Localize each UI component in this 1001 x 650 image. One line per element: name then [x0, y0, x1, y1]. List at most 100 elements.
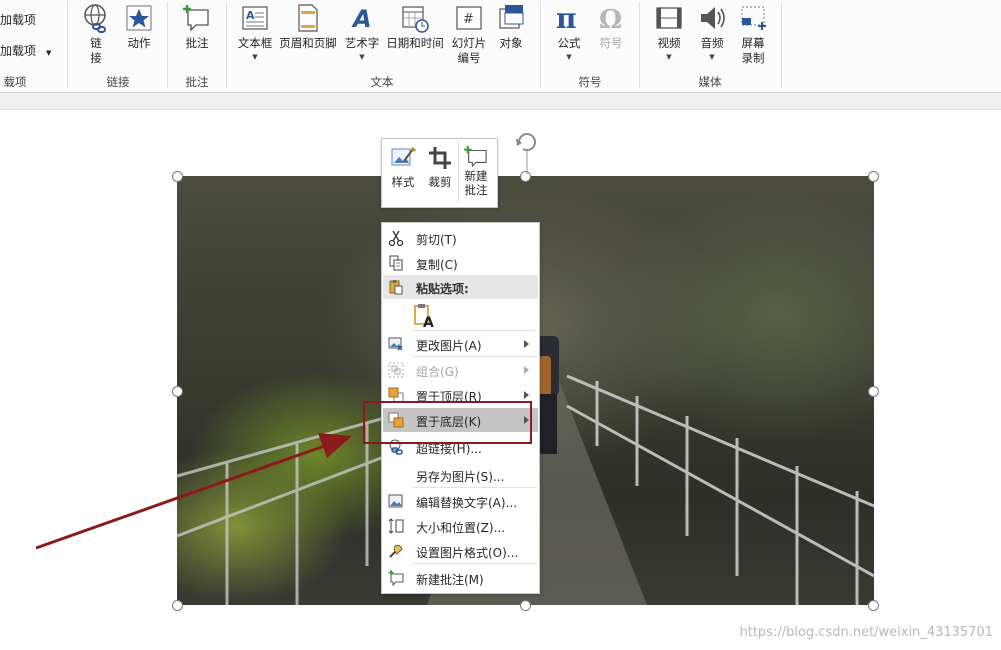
screen-recording-button[interactable]: 屏幕 录制	[737, 2, 769, 66]
rotate-handle-icon[interactable]	[513, 130, 541, 174]
menu-item-copy[interactable]: 复制(C)	[383, 251, 538, 275]
crop-icon	[429, 147, 451, 169]
crop-button-label: 裁剪	[428, 175, 452, 189]
object-icon	[499, 5, 524, 29]
resize-handle-left[interactable]	[172, 386, 183, 397]
menu-item-save-as-picture[interactable]: 另存为图片(S)...	[383, 463, 538, 487]
wordart-button[interactable]: A 艺术字 ▼	[343, 2, 381, 61]
menu-item-group[interactable]: 组合(G)	[383, 358, 538, 382]
date-time-button-label: 日期和时间	[386, 36, 444, 50]
wordart-button-label: 艺术字	[344, 36, 380, 50]
omega-icon: Ω	[599, 5, 622, 34]
menu-item-cut-label: 剪切(T)	[416, 233, 457, 247]
screen-recording-button-label-2: 录制	[741, 51, 765, 65]
equation-button[interactable]: π 公式 ▼	[553, 2, 585, 61]
svg-text:A: A	[246, 9, 255, 22]
symbol-button[interactable]: Ω 符号	[595, 2, 627, 51]
dropdown-caret-icon: ▼	[709, 53, 715, 61]
pi-icon: π	[556, 2, 577, 34]
comment-button-label: 批注	[185, 36, 209, 50]
menu-paste-options-header: 粘贴选项:	[383, 275, 538, 299]
submenu-arrow-icon	[524, 340, 529, 348]
menu-separator	[412, 563, 537, 564]
paste-icon	[389, 280, 403, 295]
audio-button-label: 音频	[700, 36, 724, 50]
resize-handle-top-left[interactable]	[172, 171, 183, 182]
textbox-button-label: 文本框	[237, 36, 273, 50]
watermark-text: https://blog.csdn.net/weixin_43135701	[739, 625, 993, 640]
date-time-button[interactable]: 日期和时间	[384, 2, 446, 51]
wordart-icon: A	[351, 5, 372, 33]
new-comment-mini-button[interactable]: 新建 批注	[464, 145, 488, 197]
ribbon-bottom-strip	[0, 93, 1001, 110]
header-footer-button-label: 页眉和页脚	[279, 36, 337, 50]
copy-icon	[389, 255, 403, 271]
speaker-icon	[701, 7, 725, 29]
resize-handle-bottom-right[interactable]	[868, 600, 879, 611]
menu-separator	[412, 487, 537, 488]
calendar-clock-icon	[402, 6, 429, 33]
menu-item-change-picture[interactable]: 更改图片(A)	[383, 332, 538, 356]
menu-item-cut[interactable]: 剪切(T)	[383, 226, 538, 250]
menu-item-format-picture-label: 设置图片格式(O)...	[416, 546, 519, 560]
action-button-label: 动作	[127, 36, 151, 50]
object-button-label: 对象	[499, 36, 523, 50]
menu-item-save-as-picture-label: 另存为图片(S)...	[416, 470, 505, 484]
slide-number-button-label: 幻灯片	[451, 36, 487, 50]
object-button[interactable]: 对象	[494, 2, 528, 51]
svg-text:#: #	[463, 12, 474, 27]
video-button[interactable]: 视频 ▼	[653, 2, 685, 61]
group-separator	[67, 2, 68, 88]
submenu-arrow-icon	[524, 391, 529, 399]
svg-text:A: A	[351, 5, 372, 33]
picture-style-icon	[391, 146, 416, 166]
paste-keep-text-only-button[interactable]: A	[412, 302, 438, 331]
scissors-icon	[388, 230, 404, 246]
comment-button[interactable]: 批注	[180, 2, 214, 51]
menu-item-size-position-label: 大小和位置(Z)...	[416, 521, 506, 535]
link-button-label-2: 接	[90, 51, 102, 65]
screen-recording-button-label: 屏幕	[741, 36, 765, 50]
group-label-addins: 载项	[3, 75, 27, 89]
menu-separator	[412, 330, 537, 331]
crop-button[interactable]: 裁剪	[427, 145, 453, 189]
textbox-button[interactable]: A 文本框 ▼	[236, 2, 274, 61]
comment-icon	[464, 145, 487, 167]
dropdown-caret-icon: ▼	[359, 53, 365, 61]
menu-item-size-position[interactable]: 大小和位置(Z)...	[383, 514, 538, 538]
size-position-icon	[388, 518, 404, 534]
group-separator	[167, 2, 168, 88]
video-icon	[656, 7, 682, 29]
comment-icon	[183, 5, 209, 32]
paste-glyph: A	[423, 315, 434, 328]
header-footer-icon	[298, 4, 318, 32]
add-in-item-1[interactable]: 加载项	[0, 11, 36, 28]
style-button[interactable]: 样式	[390, 145, 416, 189]
resize-handle-top-right[interactable]	[868, 171, 879, 182]
new-comment-icon	[388, 570, 404, 586]
group-label-media: 媒体	[698, 75, 722, 89]
menu-item-format-picture[interactable]: 设置图片格式(O)...	[383, 539, 538, 563]
svg-text:Ω: Ω	[599, 5, 622, 34]
menu-separator	[412, 356, 537, 357]
change-picture-icon	[388, 337, 403, 351]
mini-toolbar-separator	[458, 141, 459, 203]
paste-options-label: 粘贴选项:	[416, 282, 469, 296]
header-footer-button[interactable]: 页眉和页脚	[277, 2, 339, 51]
audio-button[interactable]: 音频 ▼	[696, 2, 728, 61]
group-label-links: 链接	[106, 75, 130, 89]
resize-handle-bottom[interactable]	[520, 600, 531, 611]
action-button[interactable]: 动作	[122, 2, 156, 51]
group-label-symbols: 符号	[578, 75, 602, 89]
dropdown-caret-icon: ▼	[566, 53, 572, 61]
slide-number-button[interactable]: # 幻灯片 编号	[449, 2, 489, 66]
highlight-callout-box	[363, 401, 532, 444]
group-separator	[540, 2, 541, 88]
menu-item-new-comment[interactable]: 新建批注(M)	[383, 566, 538, 590]
link-button[interactable]: 链 接	[80, 2, 112, 66]
format-picture-icon	[389, 544, 403, 558]
resize-handle-right[interactable]	[868, 386, 879, 397]
add-in-item-2[interactable]: 加载项 ▼	[0, 42, 51, 59]
menu-item-edit-alt-text[interactable]: 编辑替换文字(A)...	[383, 489, 538, 513]
resize-handle-bottom-left[interactable]	[172, 600, 183, 611]
